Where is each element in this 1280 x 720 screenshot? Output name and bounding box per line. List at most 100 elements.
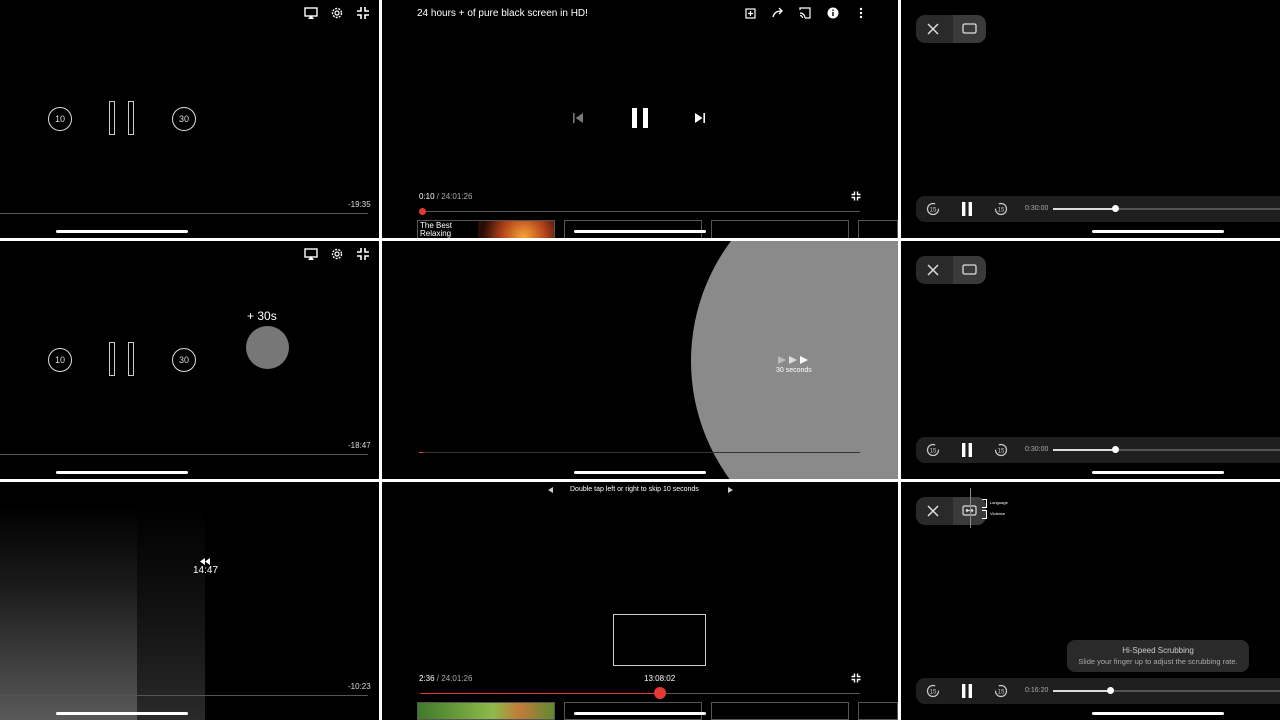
exit-fullscreen-icon[interactable] xyxy=(355,246,371,262)
youtube-panel-1: 24 hours + of pure black screen in HD! 0… xyxy=(382,0,898,238)
thumbnail-title: The Best Relaxing xyxy=(420,221,453,238)
svg-text:15: 15 xyxy=(930,449,937,455)
youtube-panel-2: 30 seconds xyxy=(382,241,898,479)
home-indicator[interactable] xyxy=(56,230,188,233)
rating-bracket xyxy=(982,499,987,508)
progress-fill xyxy=(1053,690,1110,692)
share-icon[interactable] xyxy=(771,6,785,20)
scrubbing-hint: Slide your finger up to adjust the scrub… xyxy=(1078,657,1238,666)
exit-fullscreen-icon[interactable] xyxy=(850,672,862,684)
fast-forward-icon xyxy=(776,354,812,366)
suggested-video-thumbnail[interactable]: The Best Relaxing xyxy=(417,220,555,238)
progress-track[interactable] xyxy=(1053,208,1280,210)
progress-track[interactable] xyxy=(0,695,368,696)
pause-button[interactable] xyxy=(959,683,975,699)
skip-forward-15-icon[interactable]: 15 xyxy=(993,683,1009,699)
suggested-video-thumbnail[interactable] xyxy=(858,220,898,238)
exit-fullscreen-icon[interactable] xyxy=(850,190,862,202)
double-tap-hint: Double tap left or right to skip 10 seco… xyxy=(570,486,699,493)
suggested-video-thumbnail[interactable] xyxy=(858,702,898,720)
progress-fill xyxy=(1053,208,1115,210)
ios-player-panel-3: 14:47 -10:23 xyxy=(0,482,379,720)
progress-track[interactable] xyxy=(0,454,368,455)
more-options-icon[interactable] xyxy=(854,6,868,20)
skip-back-15-icon[interactable]: 15 xyxy=(925,201,941,217)
skip-forward-30-button[interactable]: 30 xyxy=(172,348,196,372)
suggested-video-thumbnail[interactable] xyxy=(711,702,849,720)
gear-icon[interactable] xyxy=(329,246,345,262)
next-icon[interactable] xyxy=(693,111,707,125)
scrubber-handle[interactable] xyxy=(654,687,666,699)
svg-text:15: 15 xyxy=(930,690,937,696)
scrubber-handle[interactable] xyxy=(1112,446,1119,453)
home-indicator[interactable] xyxy=(1092,471,1224,474)
progress-track[interactable] xyxy=(0,213,368,214)
suggested-video-thumbnail[interactable] xyxy=(564,702,702,720)
video-title: 24 hours + of pure black screen in HD! xyxy=(417,8,588,19)
home-indicator[interactable] xyxy=(574,230,706,233)
add-to-playlist-icon[interactable] xyxy=(743,6,757,20)
home-indicator[interactable] xyxy=(56,471,188,474)
time-remaining: -10:23 xyxy=(348,682,371,691)
home-indicator[interactable] xyxy=(56,712,188,715)
home-indicator[interactable] xyxy=(1092,712,1224,715)
elapsed-time: 0:16:20 xyxy=(1025,687,1049,694)
skip-forward-15-icon[interactable]: 15 xyxy=(993,201,1009,217)
home-indicator[interactable] xyxy=(574,712,706,715)
progress-track[interactable] xyxy=(420,211,860,212)
ios-player-panel-2: 10 30 + 30s -18:47 xyxy=(0,241,379,479)
progress-track[interactable] xyxy=(420,452,860,453)
skip-indicator-label: + 30s xyxy=(247,309,277,323)
pause-button[interactable] xyxy=(959,201,975,217)
content-rating-violence: Violence xyxy=(990,511,1006,516)
aspect-ratio-button[interactable] xyxy=(953,256,986,284)
time-display: 2:36 / 24:01:26 xyxy=(419,674,473,683)
pause-bar-left[interactable] xyxy=(109,101,115,135)
gear-icon[interactable] xyxy=(329,5,345,21)
pause-button[interactable] xyxy=(959,442,975,458)
svg-text:15: 15 xyxy=(998,449,1005,455)
scrubbing-title: Hi-Speed Scrubbing xyxy=(1122,646,1194,655)
pause-button[interactable] xyxy=(629,107,651,129)
ios-player-panel-1: 10 30 -19:35 xyxy=(0,0,379,238)
scrubber-handle[interactable] xyxy=(1112,205,1119,212)
aspect-ratio-button[interactable] xyxy=(953,15,986,43)
progress-fill xyxy=(419,452,423,453)
skip-forward-30-button[interactable]: 30 xyxy=(172,107,196,131)
skip-back-10-button[interactable]: 10 xyxy=(48,107,72,131)
airplay-icon[interactable] xyxy=(303,247,319,261)
pause-bar-right[interactable] xyxy=(128,342,134,376)
home-indicator[interactable] xyxy=(1092,230,1224,233)
skip-back-15-icon[interactable]: 15 xyxy=(925,442,941,458)
home-indicator[interactable] xyxy=(574,471,706,474)
close-icon[interactable] xyxy=(925,503,941,519)
pause-bar-right[interactable] xyxy=(128,101,134,135)
progress-track[interactable] xyxy=(1053,690,1280,692)
pause-bar-left[interactable] xyxy=(109,342,115,376)
skip-back-15-icon[interactable]: 15 xyxy=(925,683,941,699)
scrubber-handle[interactable] xyxy=(1107,687,1114,694)
youtube-panel-3: Double tap left or right to skip 10 seco… xyxy=(382,482,898,720)
suggested-video-thumbnail[interactable] xyxy=(564,220,702,238)
svg-text:15: 15 xyxy=(998,208,1005,214)
suggested-video-thumbnail[interactable] xyxy=(711,220,849,238)
airplay-icon[interactable] xyxy=(303,6,319,20)
triangle-left-icon xyxy=(546,486,554,494)
cast-icon[interactable] xyxy=(798,6,812,20)
scrubbing-tooltip: Hi-Speed Scrubbing Slide your finger up … xyxy=(1067,640,1249,672)
scrubber-handle[interactable] xyxy=(419,208,426,215)
time-display: 0:10 / 24:01:26 xyxy=(419,192,473,201)
suggested-video-thumbnail[interactable] xyxy=(417,702,555,720)
skip-back-10-button[interactable]: 10 xyxy=(48,348,72,372)
info-icon[interactable] xyxy=(826,6,840,20)
seek-gradient-edge xyxy=(137,482,205,720)
skip-forward-15-icon[interactable]: 15 xyxy=(993,442,1009,458)
close-icon[interactable] xyxy=(925,21,941,37)
svg-text:15: 15 xyxy=(998,690,1005,696)
progress-track[interactable] xyxy=(1053,449,1280,451)
exit-fullscreen-icon[interactable] xyxy=(355,5,371,21)
tv-player-panel-2: 15 15 0:30:00 xyxy=(901,241,1280,479)
close-icon[interactable] xyxy=(925,262,941,278)
triangle-right-icon xyxy=(726,486,734,494)
previous-icon[interactable] xyxy=(571,111,585,125)
